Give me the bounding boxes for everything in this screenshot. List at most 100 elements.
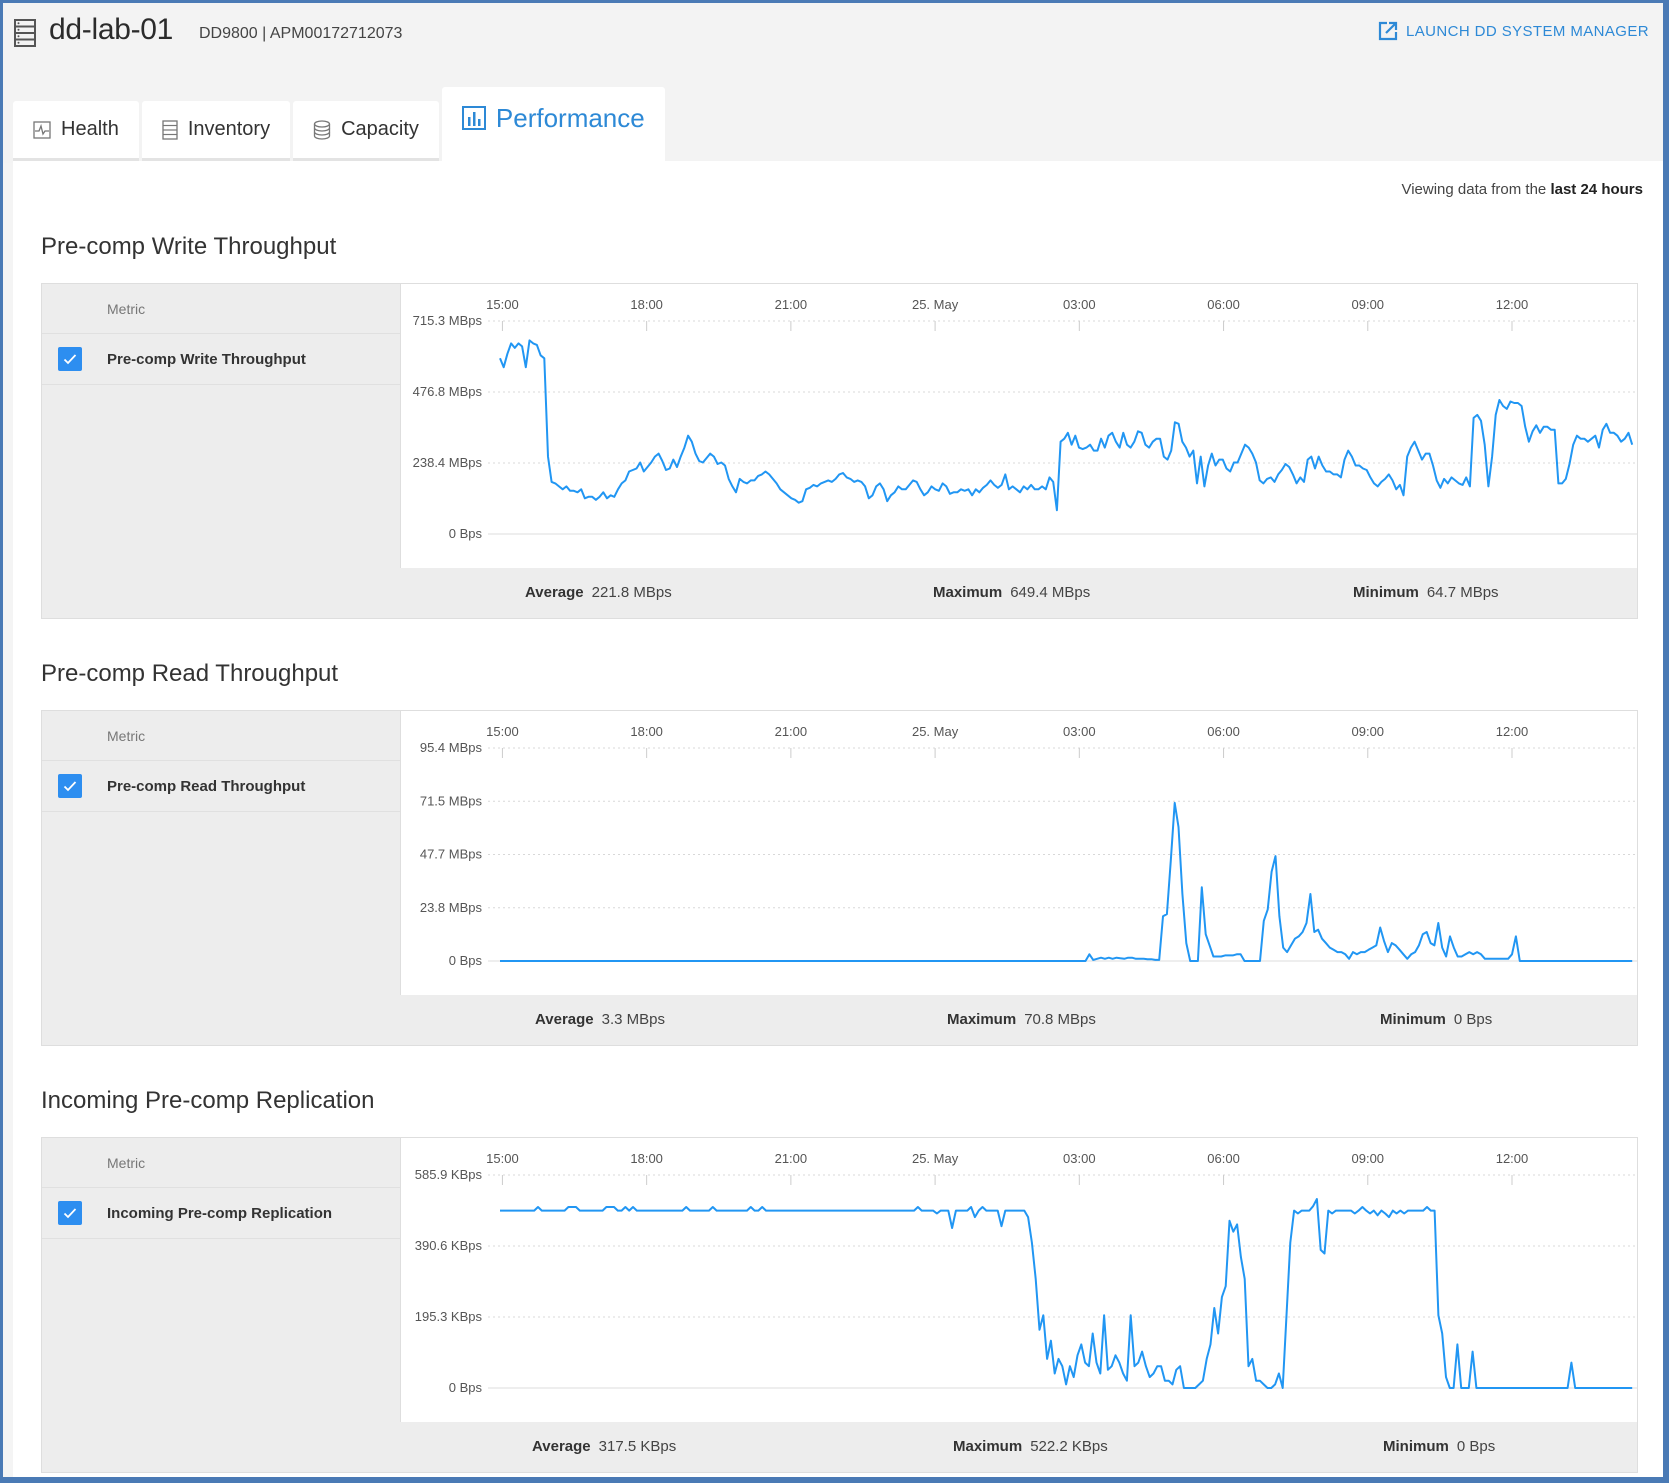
metric-row: Pre-comp Write Throughput <box>42 334 400 385</box>
metric-column: Metric Pre-comp Write Throughput <box>42 284 400 618</box>
metric-header: Metric <box>42 1138 400 1188</box>
line-chart: 0 Bps 23.8 MBps 47.7 MBps 71.5 MBps 95.4 MBp… <box>400 711 1637 995</box>
stats-bar: Average 317.5 KBps Maximum 522.2 KBps Mini… <box>400 1422 1637 1472</box>
checkmark-icon <box>63 354 77 365</box>
chart-panel: Metric Incoming Pre-comp Replication 0 B… <box>41 1137 1638 1473</box>
x-tick-label: 06:00 <box>1207 724 1240 739</box>
y-tick-label: 715.3 MBps <box>413 313 483 328</box>
x-tick-label: 03:00 <box>1063 297 1096 312</box>
x-tick-label: 25. May <box>912 1151 959 1166</box>
stat-value: 3.3 MBps <box>601 1011 666 1028</box>
stat-maximum: Maximum 649.4 MBps <box>933 584 1090 601</box>
chart-panel: Metric Pre-comp Read Throughput 0 Bps 23.… <box>41 710 1638 1046</box>
tab-performance[interactable]: Performance <box>441 87 665 161</box>
health-pulse-icon <box>33 120 51 139</box>
stat-value: 522.2 KBps <box>1030 1438 1108 1455</box>
inventory-list-icon <box>162 119 178 140</box>
system-model-serial: DD9800 | APM00172712073 <box>199 25 403 42</box>
stat-label: Maximum <box>933 584 1003 601</box>
checkmark-icon <box>63 781 77 792</box>
tab-label: Inventory <box>187 118 271 140</box>
x-tick-label: 03:00 <box>1063 1151 1096 1166</box>
stat-minimum: Minimum 0 Bps <box>1383 1438 1495 1455</box>
chart-panel: Metric Pre-comp Write Throughput 0 Bps 23… <box>41 283 1638 619</box>
metric-label: Incoming Pre-comp Replication <box>107 1204 333 1222</box>
y-tick-label: 238.4 MBps <box>413 455 483 470</box>
series-line <box>499 339 1634 512</box>
x-tick-label: 03:00 <box>1063 724 1096 739</box>
stat-label: Average <box>535 1011 594 1028</box>
x-tick-label: 21:00 <box>775 297 808 312</box>
x-tick-label: 09:00 <box>1352 297 1385 312</box>
x-tick-label: 12:00 <box>1496 297 1529 312</box>
performance-content: Viewing data from the last 24 hours Pre-… <box>13 161 1663 1477</box>
metric-checkbox[interactable] <box>58 1201 82 1225</box>
metric-label: Pre-comp Write Throughput <box>107 350 306 368</box>
tab-label: Performance <box>495 102 645 133</box>
y-tick-label: 71.5 MBps <box>420 793 483 808</box>
x-tick-label: 06:00 <box>1207 297 1240 312</box>
stat-value: 70.8 MBps <box>1024 1011 1096 1028</box>
tab-capacity[interactable]: Capacity <box>293 101 439 161</box>
metric-column: Metric Incoming Pre-comp Replication <box>42 1138 400 1472</box>
metric-row: Pre-comp Read Throughput <box>42 761 400 812</box>
time-range-prefix: Viewing data from the <box>1401 181 1551 198</box>
y-tick-label: 47.7 MBps <box>420 847 483 862</box>
x-tick-label: 18:00 <box>630 1151 663 1166</box>
system-title: dd-lab-01 <box>49 13 174 46</box>
time-range-value: last 24 hours <box>1550 181 1643 198</box>
x-tick-label: 09:00 <box>1352 1151 1385 1166</box>
tab-health[interactable]: Health <box>13 101 139 161</box>
chart-svg: 0 Bps 23.8 MBps 47.7 MBps 71.5 MBps 95.4 MBp… <box>420 724 1637 968</box>
x-tick-label: 25. May <box>912 724 959 739</box>
x-tick-label: 15:00 <box>486 297 519 312</box>
x-tick-label: 15:00 <box>486 724 519 739</box>
stat-label: Maximum <box>947 1011 1017 1028</box>
x-tick-label: 25. May <box>912 297 959 312</box>
metric-row: Incoming Pre-comp Replication <box>42 1188 400 1239</box>
stat-value: 649.4 MBps <box>1010 584 1091 601</box>
section-title: Pre-comp Write Throughput <box>41 233 337 260</box>
stat-label: Average <box>525 584 584 601</box>
y-tick-label: 0 Bps <box>449 953 483 968</box>
app-window: dd-lab-01 DD9800 | APM00172712073 LAUNCH… <box>3 3 1663 1477</box>
section-title: Incoming Pre-comp Replication <box>41 1087 375 1114</box>
y-tick-label: 195.3 KBps <box>415 1309 483 1324</box>
metric-header: Metric <box>42 284 400 334</box>
y-tick-label: 95.4 MBps <box>420 740 483 755</box>
stat-minimum: Minimum 0 Bps <box>1380 1011 1492 1028</box>
stat-average: Average 317.5 KBps <box>532 1438 676 1455</box>
launch-system-manager-link[interactable]: LAUNCH DD SYSTEM MANAGER <box>1378 21 1649 41</box>
stat-value: 221.8 MBps <box>591 584 672 601</box>
x-tick-label: 18:00 <box>630 724 663 739</box>
x-tick-label: 12:00 <box>1496 1151 1529 1166</box>
stat-value: 64.7 MBps <box>1426 584 1499 601</box>
stat-value: 0 Bps <box>1453 1011 1493 1028</box>
stat-average: Average 221.8 MBps <box>525 584 672 601</box>
stat-average: Average 3.3 MBps <box>535 1011 665 1028</box>
x-tick-label: 12:00 <box>1496 724 1529 739</box>
stat-label: Minimum <box>1383 1438 1449 1455</box>
x-tick-label: 06:00 <box>1207 1151 1240 1166</box>
line-chart: 0 Bps 238.4 MBps 476.8 MBps 715.3 MBps 15:00… <box>400 284 1637 568</box>
metric-checkbox[interactable] <box>58 347 82 371</box>
chart-svg: 0 Bps 238.4 MBps 476.8 MBps 715.3 MBps15:00… <box>413 297 1637 541</box>
metric-header: Metric <box>42 711 400 761</box>
metric-checkbox[interactable] <box>58 774 82 798</box>
chart-section-read: Pre-comp Read Throughput Metric Pre-comp… <box>41 660 1638 1046</box>
stat-value: 0 Bps <box>1456 1438 1496 1455</box>
bar-chart-icon <box>461 106 486 130</box>
launch-label: LAUNCH DD SYSTEM MANAGER <box>1406 22 1649 40</box>
database-icon <box>313 119 331 140</box>
tab-bar: Health Inventory Capacity Performance <box>13 85 668 161</box>
server-icon <box>14 19 36 47</box>
time-range-notice: Viewing data from the last 24 hours <box>1401 181 1643 198</box>
y-tick-label: 390.6 KBps <box>415 1238 483 1253</box>
section-title: Pre-comp Read Throughput <box>41 660 339 687</box>
tab-inventory[interactable]: Inventory <box>141 101 291 161</box>
stat-value: 317.5 KBps <box>598 1438 677 1455</box>
metric-column: Metric Pre-comp Read Throughput <box>42 711 400 1045</box>
stat-label: Minimum <box>1353 584 1419 601</box>
stat-maximum: Maximum 522.2 KBps <box>953 1438 1108 1455</box>
series-line <box>500 1198 1633 1389</box>
